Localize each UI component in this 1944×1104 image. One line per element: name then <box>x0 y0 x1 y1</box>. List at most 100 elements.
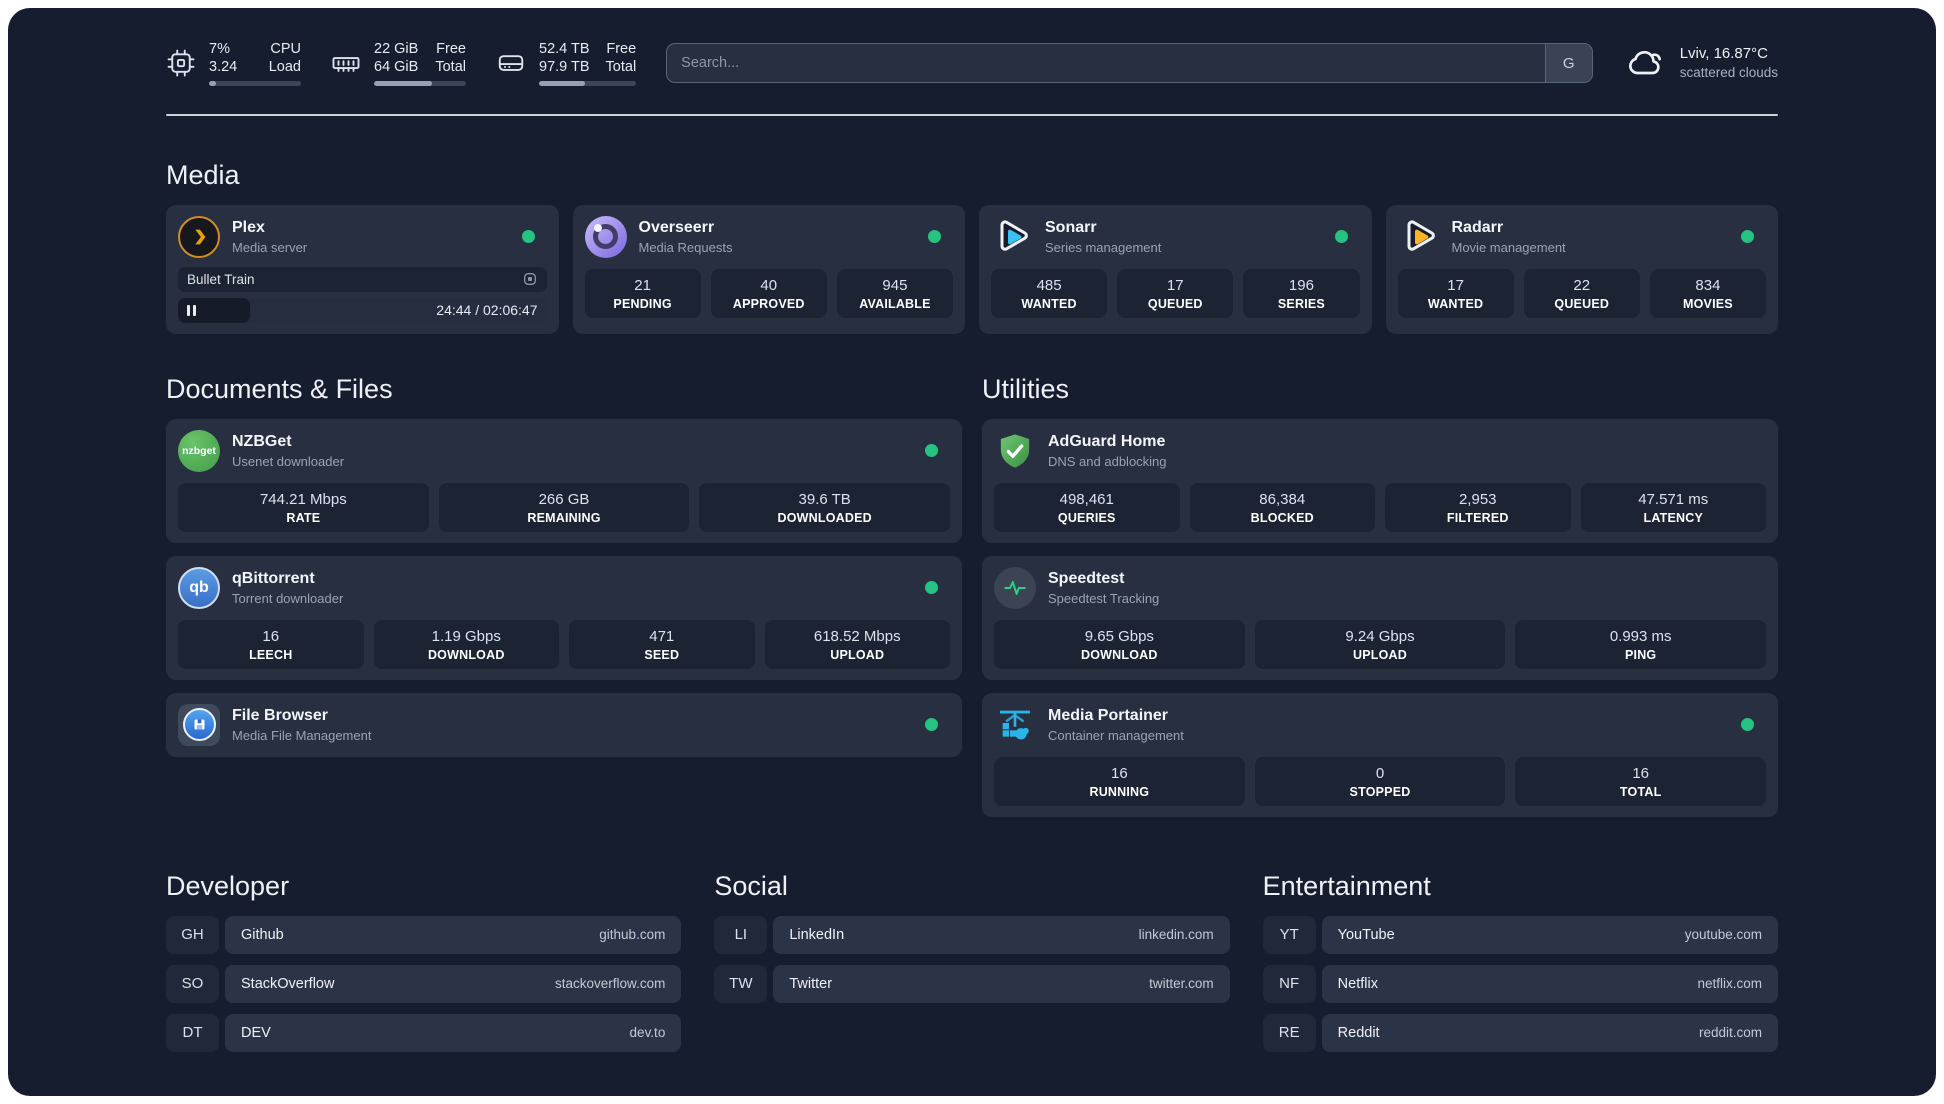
section-title-developer: Developer <box>166 870 290 901</box>
stat-tile: 9.65 Gbps DOWNLOAD <box>994 619 1245 669</box>
section-title-documents: Documents & Files <box>166 373 393 404</box>
adguard-icon <box>994 430 1036 472</box>
overseerr-icon <box>584 215 627 258</box>
app-title: Media Portainer <box>1048 706 1169 724</box>
link-youtube[interactable]: YT YouTube youtube.com <box>1262 915 1778 954</box>
app-subtitle: Container management <box>1048 727 1184 743</box>
stat-tile: 0.993 ms PING <box>1515 619 1767 669</box>
status-dot <box>1334 230 1348 243</box>
link-name: DEV <box>241 1024 271 1041</box>
link-abbr: SO <box>166 964 219 1003</box>
stat-tile: 266 GB REMAINING <box>438 482 690 532</box>
disk-total-value: 97.9 TB <box>539 59 590 75</box>
memory-total-label: Total <box>435 59 466 75</box>
app-title: Radarr <box>1451 218 1504 236</box>
qbittorrent-icon: qb <box>178 566 220 609</box>
stat-tile: 2,953 FILTERED <box>1385 482 1571 532</box>
app-card-overseerr[interactable]: Overseerr Media Requests 21 PENDING 40 APP… <box>572 204 965 334</box>
link-netflix[interactable]: NF Netflix netflix.com <box>1262 964 1778 1003</box>
stat-tile: 498,461 QUERIES <box>994 482 1180 532</box>
link-name: Netflix <box>1337 975 1378 992</box>
app-card-adguard[interactable]: AdGuard Home DNS and adblocking 498,461 Q… <box>982 418 1778 543</box>
app-card-speedtest[interactable]: Speedtest Speedtest Tracking 9.65 Gbps DO… <box>982 555 1778 680</box>
link-name: LinkedIn <box>789 926 845 943</box>
app-card-radarr[interactable]: Radarr Movie management 17 WANTED 22 QUEUE… <box>1385 204 1778 334</box>
link-url: linkedin.com <box>1138 927 1214 942</box>
stat-tile: 471 SEED <box>569 619 755 669</box>
section-title-social: Social <box>714 870 788 901</box>
memory-free-label: Free <box>436 41 466 57</box>
nzbget-icon: nzbget <box>178 429 220 472</box>
app-subtitle: DNS and adblocking <box>1048 453 1167 469</box>
link-name: StackOverflow <box>241 975 335 992</box>
link-url: github.com <box>599 927 666 942</box>
link-abbr: TW <box>714 964 768 1003</box>
app-card-nzbget[interactable]: nzbget NZBGet Usenet downloader 744.21 M… <box>166 418 962 543</box>
stat-tile: 86,384 BLOCKED <box>1189 482 1375 532</box>
link-reddit[interactable]: RE Reddit reddit.com <box>1262 1013 1778 1052</box>
section-title-utilities: Utilities <box>982 373 1070 404</box>
app-card-portainer[interactable]: Media Portainer Container management 16 R… <box>982 692 1778 817</box>
link-name: Reddit <box>1337 1024 1380 1041</box>
stat-tile: 47.571 ms LATENCY <box>1580 482 1766 532</box>
stat-tile: 485 WANTED <box>991 268 1108 318</box>
speedtest-icon <box>994 566 1036 609</box>
stat-tile: 1.19 Gbps DOWNLOAD <box>373 619 559 669</box>
radarr-icon <box>1398 216 1440 258</box>
disk-progress <box>539 81 637 86</box>
cpu-label: CPU <box>270 41 301 57</box>
disk-icon <box>498 55 524 71</box>
now-playing-title: Bullet Train <box>187 271 255 287</box>
system-stats: 7% 3.24 CPU Load 22 GiB 64 GiB Free Total <box>166 40 637 86</box>
link-url: twitter.com <box>1149 976 1214 991</box>
app-subtitle: Media server <box>232 239 308 255</box>
search-engine-button[interactable]: G <box>1544 44 1592 82</box>
status-dot <box>521 230 535 243</box>
cpu-value: 7% <box>209 41 230 57</box>
cloud-icon <box>1628 50 1661 75</box>
link-abbr: DT <box>166 1013 219 1052</box>
app-card-plex[interactable]: Plex Media server Bullet Train 24:44 / 0… <box>166 204 559 334</box>
disk-free-label: Free <box>606 41 637 57</box>
plex-icon <box>178 215 220 258</box>
link-twitter[interactable]: TW Twitter twitter.com <box>714 964 1230 1003</box>
link-url: youtube.com <box>1684 927 1762 942</box>
weather-widget: Lviv, 16.87°C scattered clouds <box>1623 43 1778 83</box>
app-card-sonarr[interactable]: Sonarr Series management 485 WANTED 17 QUE… <box>979 204 1372 334</box>
stat-tile: 17 QUEUED <box>1117 268 1234 318</box>
app-card-filebrowser[interactable]: File Browser Media File Management <box>166 692 962 757</box>
app-title: Speedtest <box>1048 569 1125 587</box>
stat-tile: 17 WANTED <box>1397 268 1514 318</box>
link-url: netflix.com <box>1697 976 1762 991</box>
stat-tile: 21 PENDING <box>584 268 701 318</box>
weather-condition: scattered clouds <box>1679 65 1778 80</box>
pause-button[interactable] <box>187 304 196 316</box>
app-subtitle: Series management <box>1045 239 1162 255</box>
app-subtitle: Speedtest Tracking <box>1048 590 1160 606</box>
now-playing-row: Bullet Train <box>178 266 547 292</box>
app-subtitle: Media File Management <box>232 727 372 743</box>
app-card-qbittorrent[interactable]: qb qBittorrent Torrent downloader 16 LEEC… <box>166 555 962 680</box>
stat-tile: 16 RUNNING <box>994 756 1245 806</box>
section-title-media: Media <box>166 159 240 190</box>
memory-total-value: 64 GiB <box>374 59 419 75</box>
stat-tile: 744.21 Mbps RATE <box>178 482 429 532</box>
search-bar[interactable]: G <box>666 43 1593 83</box>
cpu-stat: 7% 3.24 CPU Load <box>166 40 301 86</box>
link-stackoverflow[interactable]: SO StackOverflow stackoverflow.com <box>166 964 682 1003</box>
link-dev[interactable]: DT DEV dev.to <box>166 1013 682 1052</box>
search-input[interactable] <box>667 55 1545 71</box>
playback-time: 24:44 / 02:06:47 <box>436 302 538 318</box>
link-github[interactable]: GH Github github.com <box>166 915 682 954</box>
stat-tile: 40 APPROVED <box>710 268 827 318</box>
app-title: NZBGet <box>232 432 292 450</box>
stat-tile: 22 QUEUED <box>1523 268 1640 318</box>
memory-free-value: 22 GiB <box>374 41 419 57</box>
status-dot <box>925 444 938 457</box>
sonarr-icon <box>991 216 1033 258</box>
link-linkedin[interactable]: LI LinkedIn linkedin.com <box>714 915 1230 954</box>
stat-tile: 0 STOPPED <box>1254 756 1506 806</box>
link-abbr: LI <box>714 915 768 954</box>
app-subtitle: Usenet downloader <box>232 453 345 469</box>
cpu-load-value: 3.24 <box>209 59 238 75</box>
